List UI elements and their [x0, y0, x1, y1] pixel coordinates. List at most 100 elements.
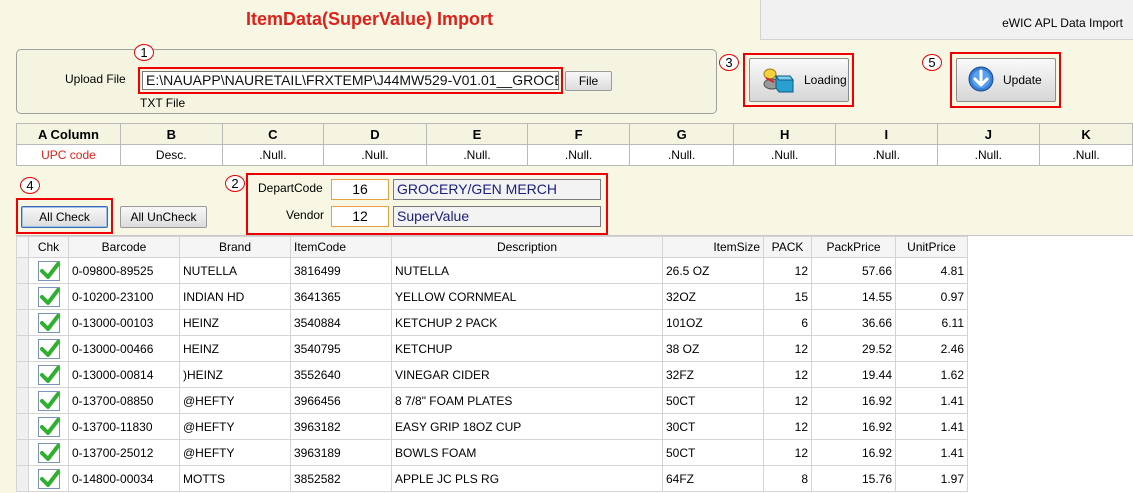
brand-cell[interactable]: HEINZ: [179, 309, 291, 336]
column-header-brand[interactable]: Brand: [179, 236, 291, 258]
mapping-value-cell[interactable]: .Null.: [936, 144, 1041, 166]
packprice-cell[interactable]: 16.92: [811, 387, 896, 414]
pack-cell[interactable]: 12: [763, 387, 812, 414]
row-checkbox-cell[interactable]: [28, 283, 69, 310]
mapping-value-cell[interactable]: .Null.: [628, 144, 735, 166]
update-button[interactable]: Update: [956, 58, 1056, 102]
description-cell[interactable]: KETCHUP 2 PACK: [391, 309, 663, 336]
row-checkbox-cell[interactable]: [28, 439, 69, 466]
row-checkbox[interactable]: [37, 390, 60, 411]
packprice-cell[interactable]: 16.92: [811, 413, 896, 440]
brand-cell[interactable]: @HEFTY: [179, 387, 291, 414]
pack-cell[interactable]: 15: [763, 283, 812, 310]
itemsize-cell[interactable]: 64FZ: [662, 465, 764, 492]
barcode-cell[interactable]: 0-10200-23100: [68, 283, 180, 310]
mapping-value-cell[interactable]: .Null.: [527, 144, 630, 166]
packprice-cell[interactable]: 16.92: [811, 439, 896, 466]
itemsize-cell[interactable]: 38 OZ: [662, 335, 764, 362]
brand-cell[interactable]: )HEINZ: [179, 361, 291, 388]
itemcode-cell[interactable]: 3641365: [290, 283, 392, 310]
brand-cell[interactable]: MOTTS: [179, 465, 291, 492]
table-row[interactable]: 0-13000-00103 HEINZ 3540884 KETCHUP 2 PACK 1…: [16, 309, 968, 336]
row-checkbox[interactable]: [37, 416, 60, 437]
pack-cell[interactable]: 12: [763, 361, 812, 388]
brand-cell[interactable]: @HEFTY: [179, 439, 291, 466]
row-checkbox[interactable]: [37, 286, 60, 307]
table-row[interactable]: 0-09800-89525 NUTELLA 3816499 NUTELLA 26.5 O…: [16, 257, 968, 284]
itemcode-cell[interactable]: 3963182: [290, 413, 392, 440]
tab-ewic-apl-data-import[interactable]: eWIC APL Data Import: [760, 0, 1133, 40]
unitprice-cell[interactable]: 1.41: [895, 413, 968, 440]
itemcode-cell[interactable]: 3540795: [290, 335, 392, 362]
itemcode-cell[interactable]: 3852582: [290, 465, 392, 492]
barcode-cell[interactable]: 0-13700-11830: [68, 413, 180, 440]
description-cell[interactable]: EASY GRIP 18OZ CUP: [391, 413, 663, 440]
row-checkbox[interactable]: [37, 338, 60, 359]
table-row[interactable]: 0-13700-25012 @HEFTY 3963189 BOWLS FOAM 50CT…: [16, 439, 968, 466]
itemcode-cell[interactable]: 3816499: [290, 257, 392, 284]
mapping-value-cell[interactable]: .Null.: [323, 144, 427, 166]
depart-code-input[interactable]: 16: [331, 179, 389, 200]
description-cell[interactable]: VINEGAR CIDER: [391, 361, 663, 388]
row-checkbox[interactable]: [37, 468, 60, 489]
barcode-cell[interactable]: 0-13000-00466: [68, 335, 180, 362]
barcode-cell[interactable]: 0-13700-08850: [68, 387, 180, 414]
upload-path-input[interactable]: E:\NAUAPP\NAURETAIL\FRXTEMP\J44MW529-V01…: [142, 71, 559, 90]
table-row[interactable]: 0-14800-00034 MOTTS 3852582 APPLE JC PLS RG…: [16, 465, 968, 492]
mapping-value-cell[interactable]: .Null.: [733, 144, 836, 166]
row-checkbox[interactable]: [37, 442, 60, 463]
column-header-chk[interactable]: Chk: [28, 236, 69, 258]
table-row[interactable]: 0-13000-00466 HEINZ 3540795 KETCHUP 38 OZ 12 2…: [16, 335, 968, 362]
itemcode-cell[interactable]: 3966456: [290, 387, 392, 414]
unitprice-cell[interactable]: 1.97: [895, 465, 968, 492]
unitprice-cell[interactable]: 1.41: [895, 387, 968, 414]
row-checkbox-cell[interactable]: [28, 309, 69, 336]
row-checkbox-cell[interactable]: [28, 335, 69, 362]
brand-cell[interactable]: INDIAN HD: [179, 283, 291, 310]
unitprice-cell[interactable]: 4.81: [895, 257, 968, 284]
itemsize-cell[interactable]: 101OZ: [662, 309, 764, 336]
row-checkbox-cell[interactable]: [28, 387, 69, 414]
all-check-button[interactable]: All Check: [21, 206, 108, 228]
mapping-value-cell[interactable]: .Null.: [834, 144, 938, 166]
table-row[interactable]: 0-13000-00814)HEINZ 3552640 VINEGAR CIDER 3…: [16, 361, 968, 388]
column-header-packprice[interactable]: PackPrice: [811, 236, 896, 258]
pack-cell[interactable]: 12: [763, 413, 812, 440]
itemcode-cell[interactable]: 3963189: [290, 439, 392, 466]
itemsize-cell[interactable]: 32OZ: [662, 283, 764, 310]
vendor-code-input[interactable]: 12: [331, 206, 389, 227]
column-header-itemcode[interactable]: ItemCode: [290, 236, 392, 258]
brand-cell[interactable]: NUTELLA: [179, 257, 291, 284]
description-cell[interactable]: BOWLS FOAM: [391, 439, 663, 466]
pack-cell[interactable]: 6: [763, 309, 812, 336]
mapping-value-cell[interactable]: .Null.: [425, 144, 529, 166]
table-row[interactable]: 0-13700-08850 @HEFTY 3966456 8 7/8" FOAM PL…: [16, 387, 968, 414]
all-uncheck-button[interactable]: All UnCheck: [120, 206, 207, 228]
description-cell[interactable]: 8 7/8" FOAM PLATES: [391, 387, 663, 414]
column-header-pack[interactable]: PACK: [763, 236, 812, 258]
barcode-cell[interactable]: 0-13000-00103: [68, 309, 180, 336]
table-row[interactable]: 0-10200-23100 INDIAN HD 3641365 YELLOW CORN…: [16, 283, 968, 310]
description-cell[interactable]: APPLE JC PLS RG: [391, 465, 663, 492]
mapping-value-cell[interactable]: Desc.: [119, 144, 223, 166]
pack-cell[interactable]: 12: [763, 257, 812, 284]
description-cell[interactable]: KETCHUP: [391, 335, 663, 362]
row-checkbox-cell[interactable]: [28, 361, 69, 388]
column-header-description[interactable]: Description: [391, 236, 663, 258]
barcode-cell[interactable]: 0-14800-00034: [68, 465, 180, 492]
packprice-cell[interactable]: 15.76: [811, 465, 896, 492]
description-cell[interactable]: NUTELLA: [391, 257, 663, 284]
loading-button[interactable]: Loading: [749, 58, 849, 102]
itemsize-cell[interactable]: 50CT: [662, 439, 764, 466]
row-checkbox[interactable]: [37, 312, 60, 333]
itemcode-cell[interactable]: 3552640: [290, 361, 392, 388]
pack-cell[interactable]: 12: [763, 335, 812, 362]
barcode-cell[interactable]: 0-13700-25012: [68, 439, 180, 466]
column-header-barcode[interactable]: Barcode: [68, 236, 180, 258]
unitprice-cell[interactable]: 1.62: [895, 361, 968, 388]
itemsize-cell[interactable]: 50CT: [662, 387, 764, 414]
brand-cell[interactable]: HEINZ: [179, 335, 291, 362]
pack-cell[interactable]: 12: [763, 439, 812, 466]
packprice-cell[interactable]: 14.55: [811, 283, 896, 310]
column-header-itemsize[interactable]: ItemSize: [662, 236, 764, 258]
